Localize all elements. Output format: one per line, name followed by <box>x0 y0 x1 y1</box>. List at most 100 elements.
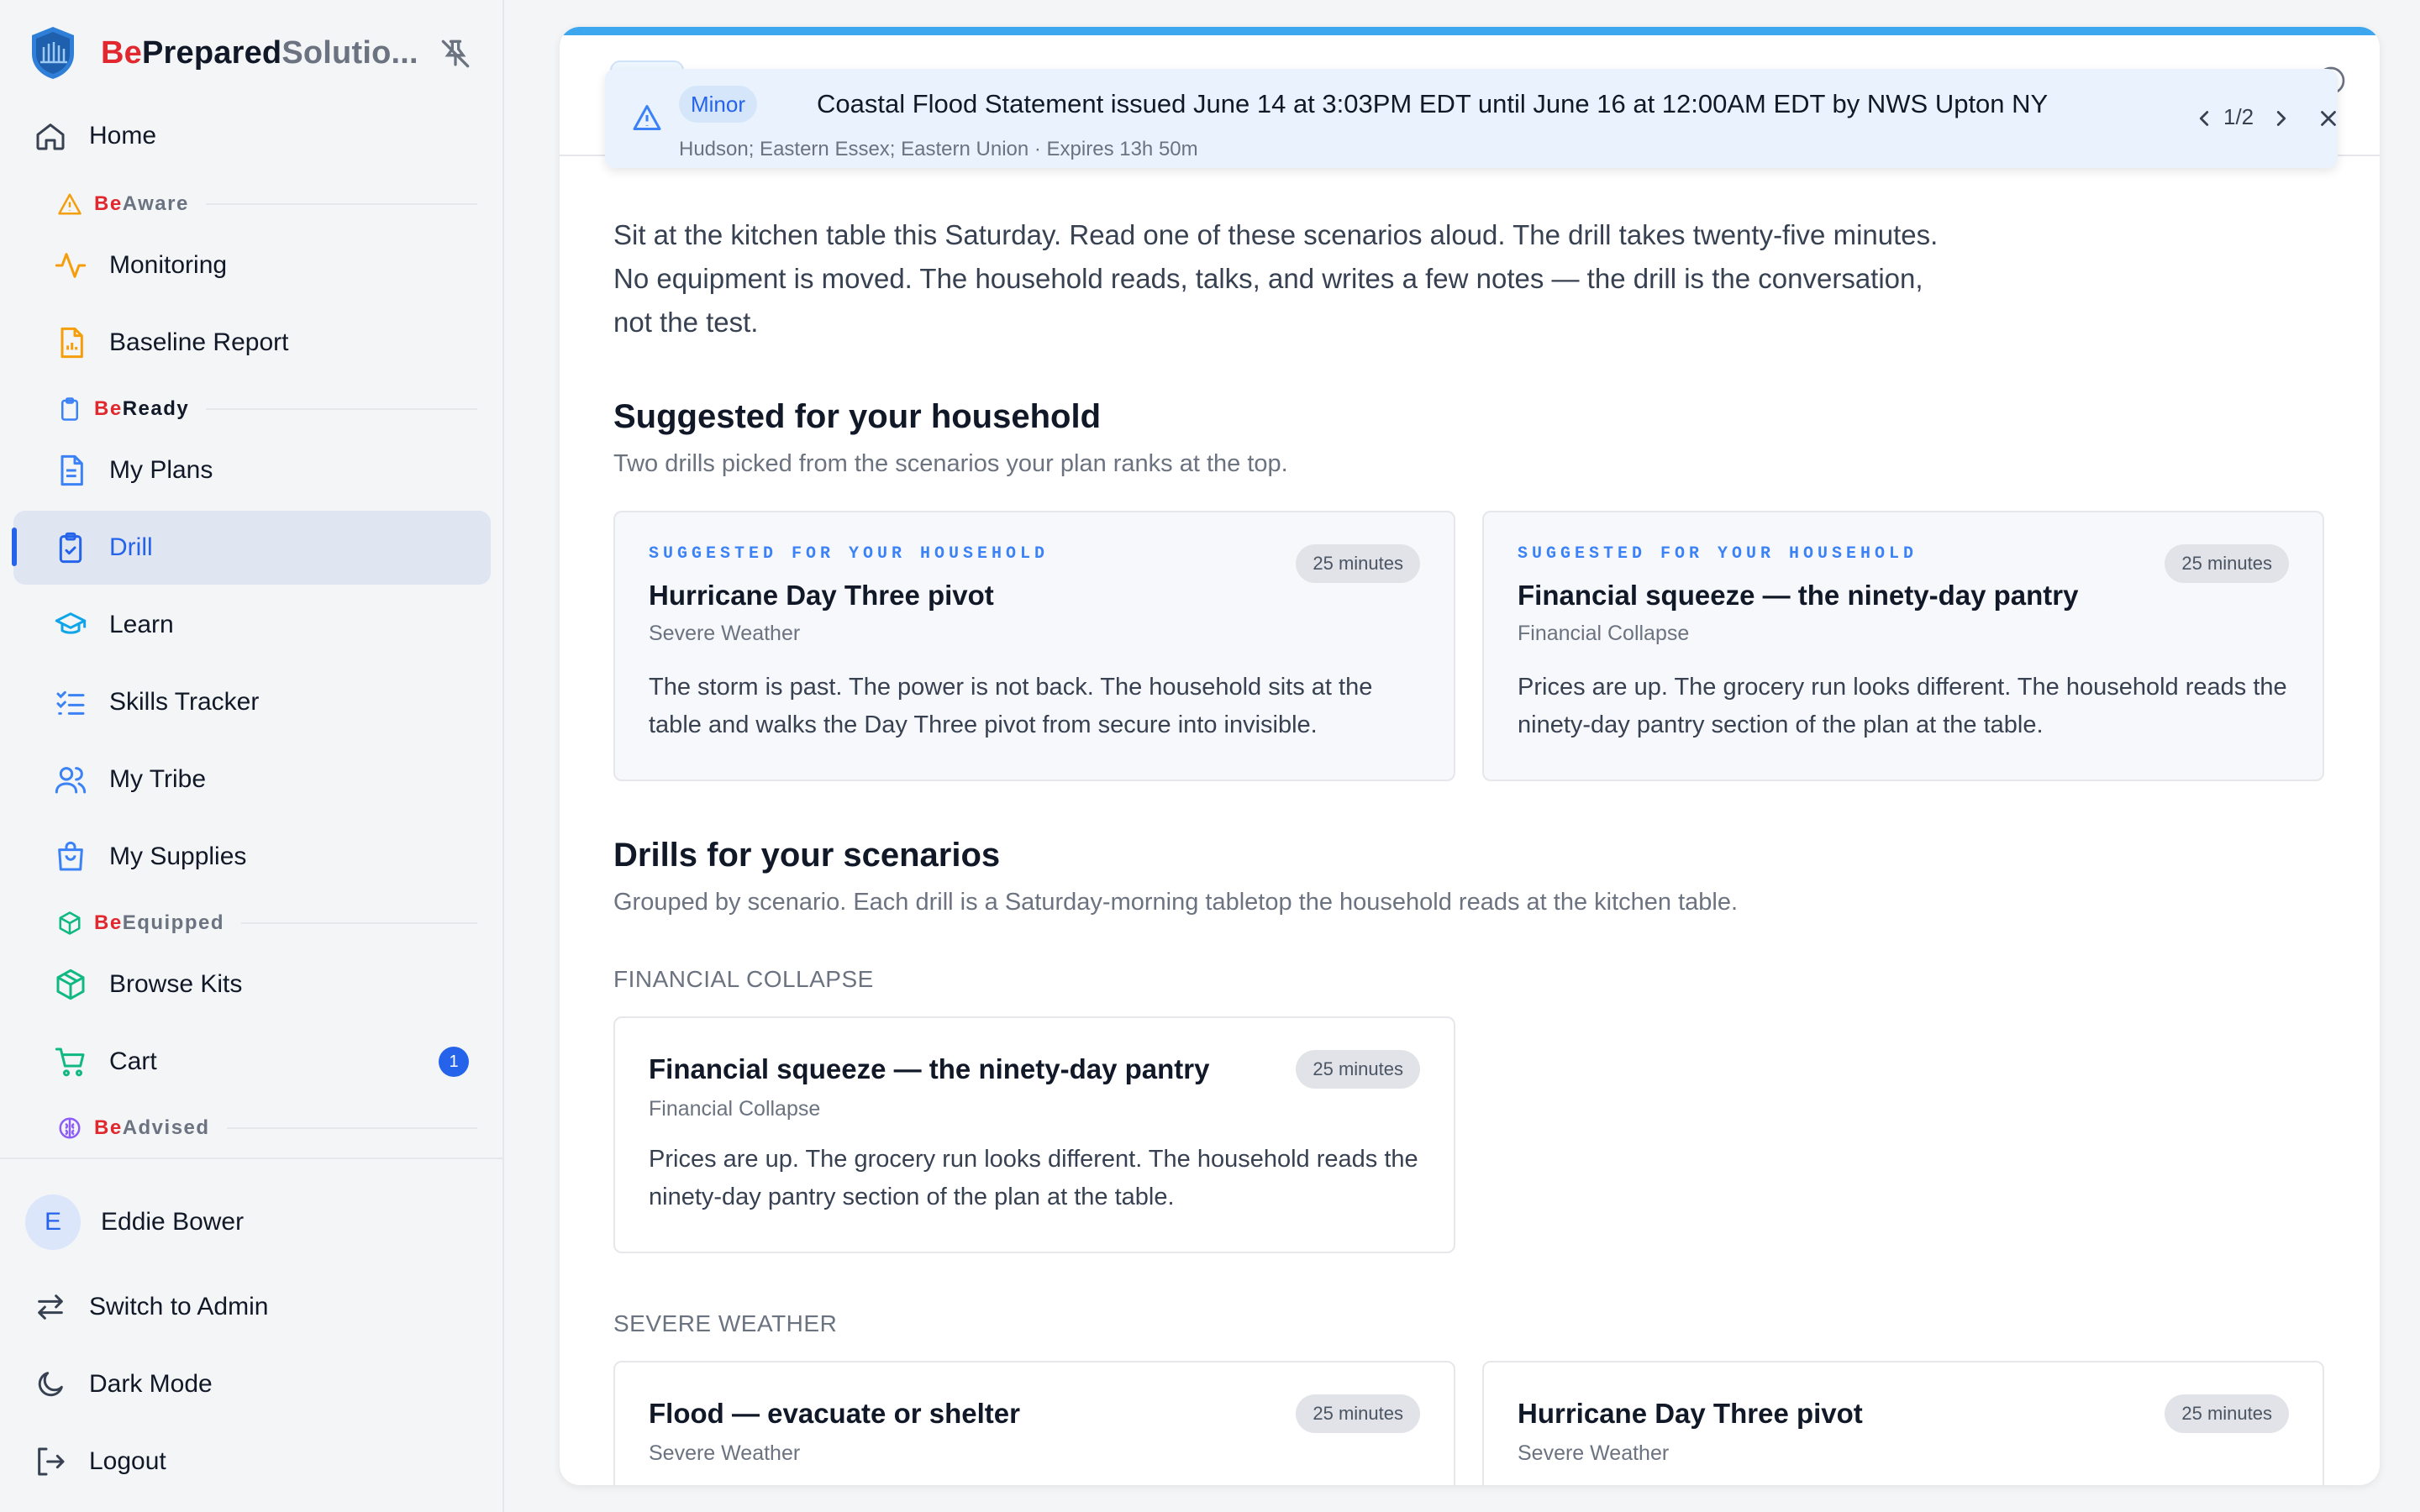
moon-icon <box>38 1372 63 1397</box>
duration-pill: 25 minutes <box>2165 544 2289 583</box>
card-description: Prices are up. The grocery run looks dif… <box>649 1146 1418 1210</box>
sidebar-item-cart[interactable]: Cart 1 <box>13 1025 491 1099</box>
sidebar-item-browse-kits[interactable]: Browse Kits <box>13 948 491 1021</box>
user-name: Eddie Bower <box>101 1208 245 1236</box>
duration-pill: 25 minutes <box>1296 1394 1420 1433</box>
suggested-heading: Suggested for your household <box>613 398 1102 435</box>
section-be-aware: BeAware <box>57 192 477 217</box>
swap-arrows-icon <box>38 1294 63 1320</box>
card-description: The storm is past. The power is not back… <box>649 674 1373 738</box>
drill-card[interactable]: Financial squeeze — the ninety-day pantr… <box>613 1016 1455 1253</box>
report-icon <box>60 327 83 359</box>
warning-icon <box>633 105 661 130</box>
brain-icon <box>59 1117 81 1139</box>
duration-pill: 25 minutes <box>1296 1050 1420 1089</box>
brand-name: BePreparedSolutio... <box>101 35 418 71</box>
section-be: Be <box>94 1116 123 1139</box>
close-icon[interactable] <box>2316 106 2341 131</box>
brand-solutions: Solutio... <box>281 34 418 71</box>
card-title: Financial squeeze — the ninety-day pantr… <box>649 1053 1210 1084</box>
logout-button[interactable]: Logout <box>13 1425 491 1499</box>
sidebar-item-label: Skills Tracker <box>109 688 260 716</box>
drill-card[interactable]: SUGGESTED FOR YOUR HOUSEHOLD Hurricane D… <box>613 511 1455 781</box>
sidebar-item-my-supplies[interactable]: My Supplies <box>13 820 491 894</box>
card-category: Financial Collapse <box>1518 622 1690 645</box>
switch-admin-label: Switch to Admin <box>89 1293 269 1320</box>
intro-text: Sit at the kitchen table this Saturday. … <box>613 219 1939 338</box>
sidebar-item-drill[interactable]: Drill <box>13 511 491 585</box>
main-content: Minor Coastal Flood Statement issued Jun… <box>560 27 2380 1485</box>
section-be-advised: BeAdvised <box>57 1116 477 1141</box>
drill-card[interactable]: Hurricane Day Three pivot Severe Weather… <box>1482 1361 2324 1485</box>
sidebar-item-skills-tracker[interactable]: Skills Tracker <box>13 665 491 739</box>
drill-card[interactable]: Flood — evacuate or shelter Severe Weath… <box>613 1361 1455 1485</box>
clipboard-check-icon <box>59 532 82 564</box>
sidebar-item-label: Monitoring <box>109 251 228 279</box>
dark-mode-toggle[interactable]: Dark Mode <box>13 1347 491 1421</box>
cart-count-badge: 1 <box>439 1047 469 1077</box>
activity-icon <box>55 253 87 278</box>
section-divider <box>241 922 477 924</box>
avatar: E <box>25 1194 81 1250</box>
sidebar: BePreparedSolutio... Home BeAware Monito… <box>0 0 504 1512</box>
users-icon <box>55 767 87 794</box>
weather-alert-banner[interactable]: Minor Coastal Flood Statement issued Jun… <box>605 69 2338 168</box>
sidebar-item-monitoring[interactable]: Monitoring <box>13 228 491 302</box>
section-label: Aware <box>122 192 189 215</box>
card-description: Prices are up. The grocery run looks dif… <box>1518 674 2287 738</box>
sidebar-item-label: Home <box>89 122 157 150</box>
warning-icon <box>58 193 82 215</box>
card-category: Severe Weather <box>649 1441 801 1465</box>
card-title: Flood — evacuate or shelter <box>649 1398 1020 1429</box>
sidebar-item-baseline-report[interactable]: Baseline Report <box>13 306 491 380</box>
logout-icon <box>38 1447 65 1476</box>
user-profile[interactable]: E Eddie Bower <box>25 1194 244 1250</box>
section-divider <box>226 1127 477 1129</box>
card-title: Hurricane Day Three pivot <box>649 580 994 611</box>
package-icon <box>56 969 85 1000</box>
card-category: Severe Weather <box>649 622 801 645</box>
logout-label: Logout <box>89 1447 166 1475</box>
active-indicator <box>12 528 17 566</box>
dark-mode-label: Dark Mode <box>89 1370 213 1398</box>
section-be: Be <box>94 397 123 420</box>
alert-title: Coastal Flood Statement issued June 14 a… <box>817 89 2049 118</box>
accent-bar <box>560 27 2380 35</box>
list-check-icon <box>56 690 85 715</box>
unpin-icon[interactable] <box>437 35 474 72</box>
section-label: Ready <box>122 397 190 420</box>
sidebar-item-learn[interactable]: Learn <box>13 588 491 662</box>
card-category: Severe Weather <box>1518 1441 1670 1465</box>
brand[interactable]: BePreparedSolutio... <box>29 25 482 81</box>
severity-badge: Minor <box>679 86 758 123</box>
chevron-right-icon[interactable] <box>2269 106 2294 131</box>
sidebar-item-label: My Plans <box>109 456 213 484</box>
brand-prepared: Prepared <box>141 34 282 71</box>
sidebar-item-label: Learn <box>109 611 174 638</box>
section-be: Be <box>94 192 123 215</box>
card-category: Financial Collapse <box>649 1097 821 1121</box>
group-label: SEVERE WEATHER <box>613 1310 838 1336</box>
section-label: Advised <box>122 1116 210 1139</box>
sidebar-item-label: Baseline Report <box>109 328 289 356</box>
shield-logo-icon <box>32 27 74 79</box>
section-be-ready: BeReady <box>57 396 477 422</box>
chevron-left-icon[interactable] <box>2191 106 2217 131</box>
section-divider <box>205 203 477 205</box>
sidebar-item-my-tribe[interactable]: My Tribe <box>13 743 491 816</box>
drill-card[interactable]: SUGGESTED FOR YOUR HOUSEHOLD Financial s… <box>1482 511 2324 781</box>
clipboard-icon <box>61 397 78 421</box>
switch-to-admin-button[interactable]: Switch to Admin <box>13 1270 491 1344</box>
graduation-cap-icon <box>55 612 87 634</box>
section-divider <box>206 408 477 410</box>
sidebar-item-my-plans[interactable]: My Plans <box>13 433 491 507</box>
document-icon <box>60 454 83 486</box>
suggested-subheading: Two drills picked from the scenarios you… <box>613 450 1288 477</box>
card-eyebrow: SUGGESTED FOR YOUR HOUSEHOLD <box>1518 544 1918 564</box>
sidebar-item-home[interactable]: Home <box>13 99 491 173</box>
scenarios-subheading: Grouped by scenario. Each drill is a Sat… <box>613 889 1739 916</box>
card-title: Financial squeeze — the ninety-day pantr… <box>1518 580 2079 611</box>
card-eyebrow: SUGGESTED FOR YOUR HOUSEHOLD <box>649 544 1050 564</box>
duration-pill: 25 minutes <box>2165 1394 2289 1433</box>
brand-be: Be <box>101 34 142 71</box>
